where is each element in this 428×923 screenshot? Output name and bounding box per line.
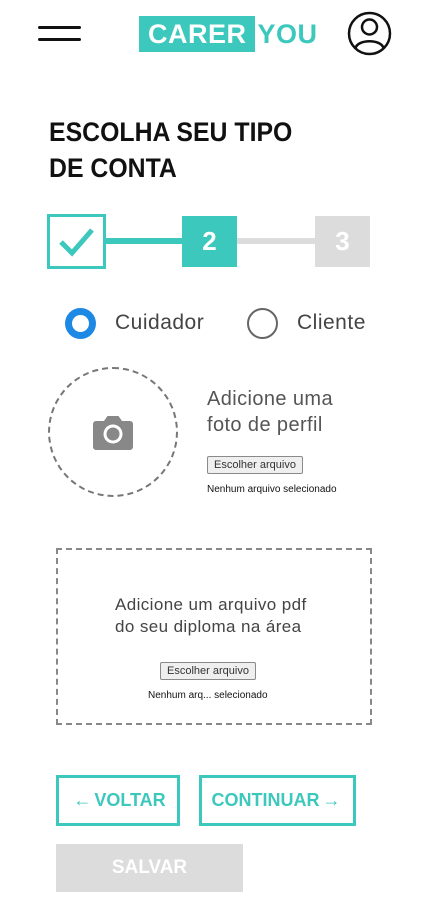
diploma-upload-text: Adicione um arquivo pdf do seu diploma n… [115,594,307,638]
back-button[interactable]: ← VOLTAR [56,775,180,826]
diploma-upload-text-line2: do seu diploma na área [115,617,302,636]
save-button-label: SALVAR [111,857,188,878]
diploma-upload-text-line1: Adicione um arquivo pdf [115,595,307,614]
radio-unselected-icon [247,307,278,339]
radio-cliente-label: Cliente [297,311,366,334]
photo-upload-text-line1: Adicione uma [207,388,333,410]
diploma-file-status: Nenhum arq... selecionado [148,690,268,701]
diploma-choose-file-button[interactable]: Escolher arquivo [160,662,256,680]
page-title: ESCOLHA SEU TIPO DE CONTA [49,114,325,186]
checkmark-icon [59,228,94,257]
step-2-current: 2 [182,216,237,267]
stepper-line-pending [237,238,315,244]
hamburger-menu-icon[interactable] [38,24,82,44]
step-1-completed [47,214,106,269]
arrow-right-icon: → [322,790,341,810]
page-title-line2: DE CONTA [49,153,177,183]
logo-carer-text: CARER [139,16,255,52]
radio-cliente[interactable]: Cliente [247,306,366,340]
photo-upload-text-line2: foto de perfil [207,414,323,436]
page-title-line1: ESCOLHA SEU TIPO [49,117,293,147]
photo-upload-text: Adicione uma foto de perfil [207,386,333,438]
logo-you-text: YOU [257,19,318,49]
continue-button[interactable]: CONTINUAR → [199,775,356,826]
user-avatar-icon[interactable] [347,11,392,56]
stepper-line-completed [106,238,182,244]
step-3-pending: 3 [315,216,370,267]
camera-icon [93,416,133,450]
radio-cuidador-label: Cuidador [115,311,205,334]
back-button-label: VOLTAR [94,790,166,810]
radio-selected-icon [65,307,96,339]
photo-file-status: Nenhum arquivo selecionado [207,484,337,495]
photo-choose-file-button[interactable]: Escolher arquivo [207,456,303,474]
radio-cuidador[interactable]: Cuidador [65,306,204,340]
arrow-left-icon: ← [73,790,92,810]
save-button[interactable]: SALVAR [56,844,243,892]
profile-photo-dropzone[interactable] [48,367,178,497]
continue-button-label: CONTINUAR [211,790,320,810]
app-logo: CARER YOU [139,16,318,52]
